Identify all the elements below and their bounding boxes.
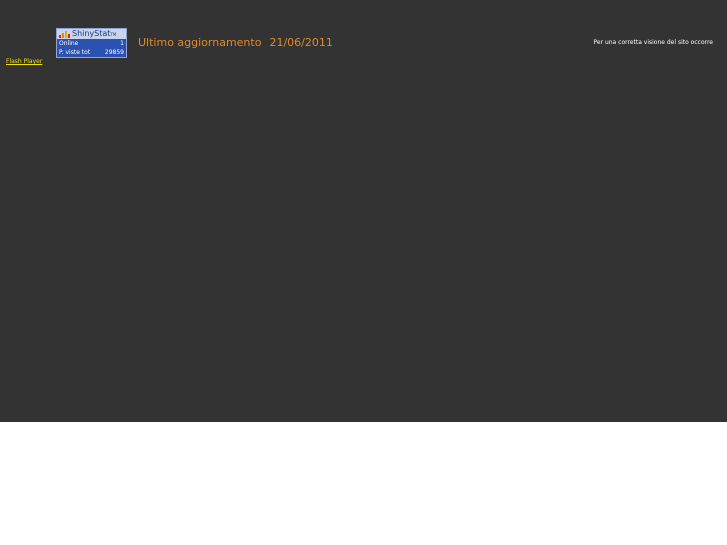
last-update-label: Ultimo aggiornamento <box>138 36 262 49</box>
bar-chart-icon <box>59 30 70 38</box>
counter-value: 1 <box>120 40 124 47</box>
flash-player-link[interactable]: Flash Player <box>6 58 42 65</box>
page-content-area: ShinyStat TM Online 1 P. viste tot 29859… <box>0 0 727 422</box>
counter-value: 29859 <box>104 49 124 56</box>
last-update-headline: Ultimo aggiornamento 21/06/2011 <box>138 36 333 49</box>
counter-trademark: TM <box>110 31 117 37</box>
counter-row-page-views: P. viste tot 29859 <box>57 48 126 57</box>
counter-header: ShinyStat TM <box>57 29 126 39</box>
shinystat-counter-badge[interactable]: ShinyStat TM Online 1 P. viste tot 29859 <box>56 28 127 58</box>
counter-brand: ShinyStat <box>72 29 111 38</box>
counter-label: P. viste tot <box>59 49 91 56</box>
last-update-date: 21/06/2011 <box>269 36 333 49</box>
counter-row-online: Online 1 <box>57 39 126 48</box>
flash-requirement-notice: Per una corretta visione del sito occorr… <box>593 39 713 46</box>
counter-label: Online <box>59 40 79 47</box>
